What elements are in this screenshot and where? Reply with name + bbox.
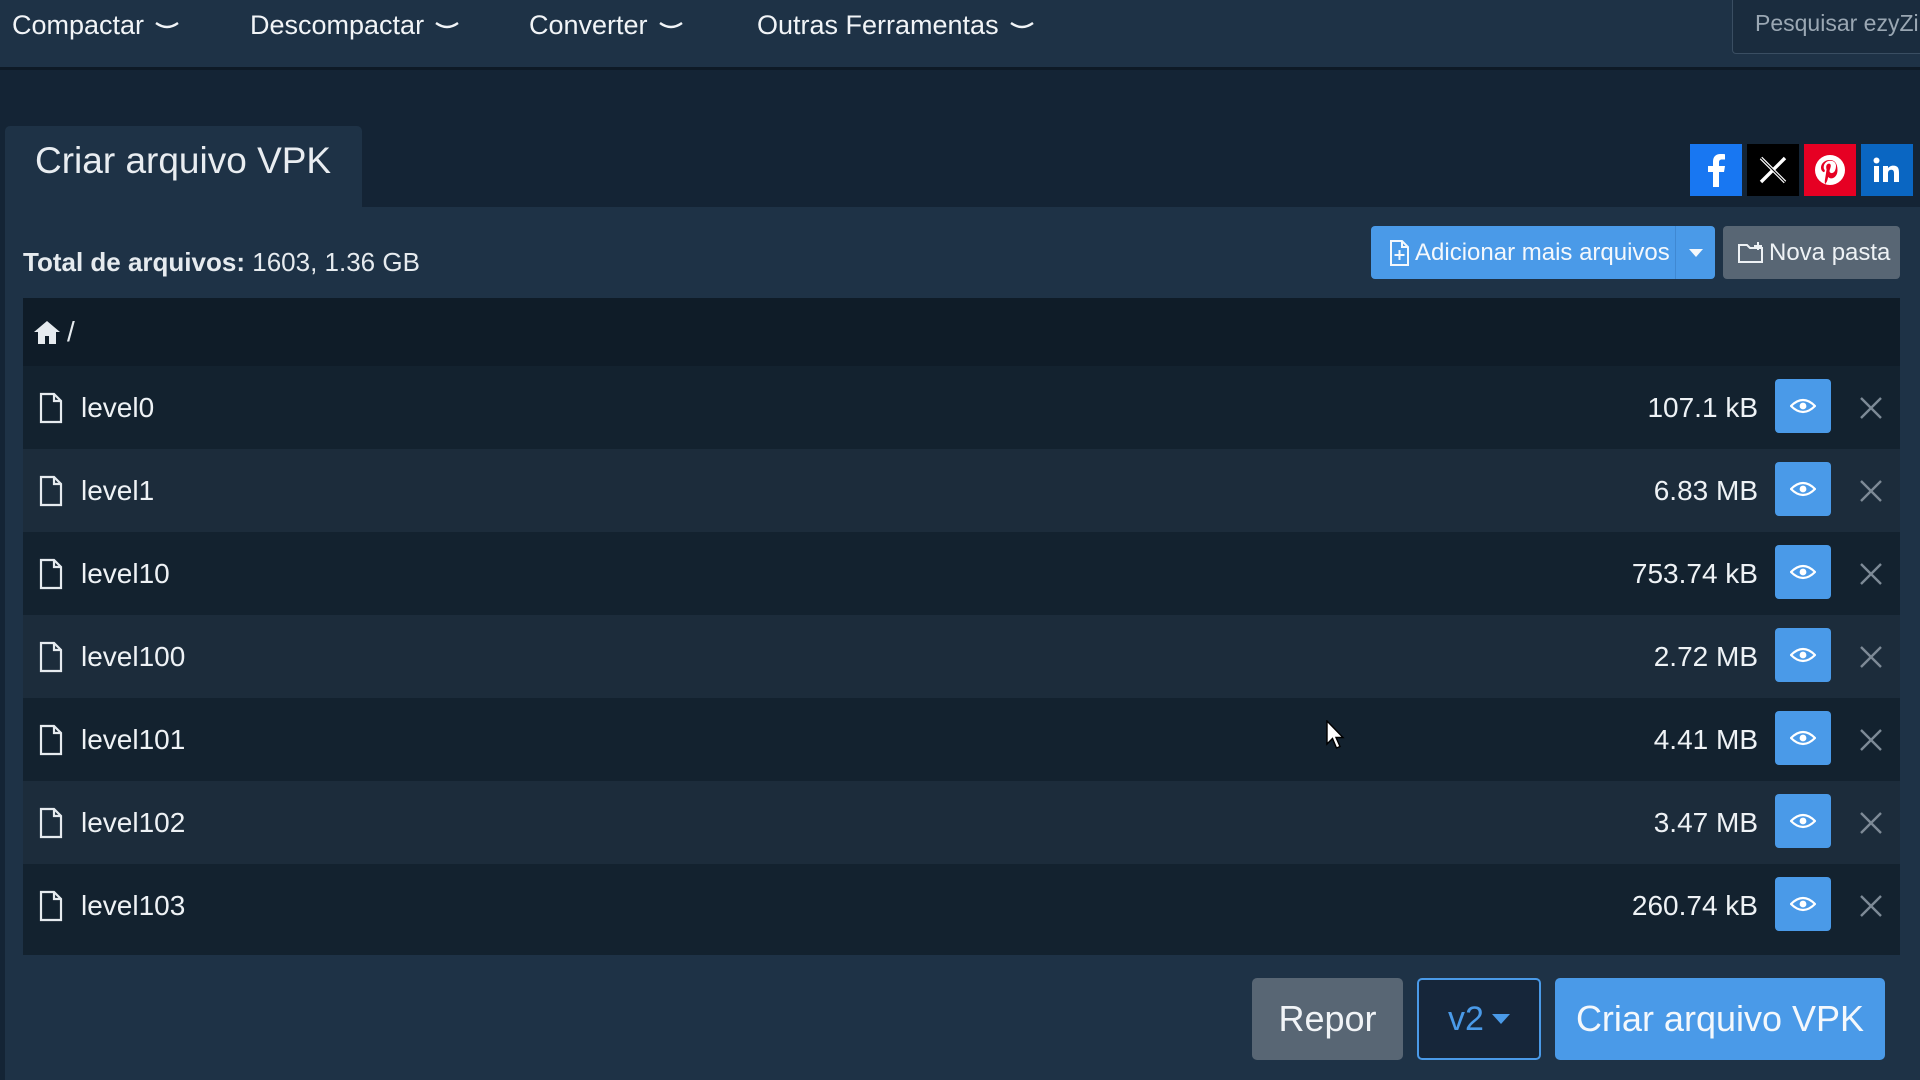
file-name: level10 xyxy=(81,557,170,589)
file-size: 6.83 MB xyxy=(1653,474,1758,506)
folder-plus-icon xyxy=(1738,241,1763,263)
file-icon xyxy=(39,807,63,839)
file-icon xyxy=(39,641,63,673)
nav-label: Outras Ferramentas xyxy=(757,9,999,40)
file-size: 753.74 kB xyxy=(1631,557,1758,589)
summary-label: Total de arquivos: xyxy=(23,247,245,277)
nav-descompactar[interactable]: Descompactar xyxy=(250,0,460,50)
file-icon xyxy=(39,475,63,507)
file-summary: Total de arquivos: 1603, 1.36 GB xyxy=(23,247,420,278)
search-placeholder: Pesquisar ezyZip xyxy=(1755,10,1920,36)
add-files-label: Adicionar mais arquivos xyxy=(1415,238,1670,266)
mouse-cursor-icon xyxy=(1326,720,1345,749)
nav-label: Descompactar xyxy=(250,9,425,40)
close-icon[interactable] xyxy=(1857,643,1885,671)
facebook-icon xyxy=(1708,154,1725,187)
reset-button[interactable]: Repor xyxy=(1252,978,1403,1060)
page-title: Criar arquivo VPK xyxy=(35,140,332,181)
summary-value: 1603, 1.36 GB xyxy=(252,247,420,277)
add-files-dropdown-toggle[interactable] xyxy=(1675,226,1715,279)
file-name: level103 xyxy=(81,889,186,921)
file-row: level101 4.41 MB xyxy=(23,698,1900,781)
create-vpk-button[interactable]: Criar arquivo VPK xyxy=(1555,978,1885,1060)
file-icon xyxy=(39,724,63,756)
eye-icon xyxy=(1790,564,1816,580)
create-vpk-label: Criar arquivo VPK xyxy=(1575,998,1865,1039)
version-label: v2 xyxy=(1448,999,1484,1038)
file-name: level100 xyxy=(81,640,186,672)
file-name: level102 xyxy=(81,806,186,838)
preview-button[interactable] xyxy=(1775,794,1831,848)
close-icon[interactable] xyxy=(1857,892,1885,920)
version-select[interactable]: v2 xyxy=(1417,978,1541,1060)
nav-compactar[interactable]: Compactar xyxy=(12,0,180,50)
search-input[interactable]: Pesquisar ezyZip xyxy=(1732,0,1920,54)
file-name: level101 xyxy=(81,723,186,755)
caret-down-icon xyxy=(1688,248,1703,257)
file-row: level0 107.1 kB xyxy=(23,366,1900,449)
close-icon[interactable] xyxy=(1857,477,1885,505)
file-list-end xyxy=(23,947,1900,955)
eye-icon xyxy=(1790,730,1816,746)
file-name: level0 xyxy=(81,391,155,423)
file-name: level1 xyxy=(81,474,155,506)
file-row: level1 6.83 MB xyxy=(23,449,1900,532)
breadcrumb-separator: / xyxy=(67,316,75,347)
file-row: level10 753.74 kB xyxy=(23,532,1900,615)
eye-icon xyxy=(1790,813,1816,829)
x-icon xyxy=(1759,156,1787,184)
preview-button[interactable] xyxy=(1775,545,1831,599)
close-icon[interactable] xyxy=(1857,394,1885,422)
add-files-button[interactable]: Adicionar mais arquivos xyxy=(1371,226,1715,279)
preview-button[interactable] xyxy=(1775,711,1831,765)
file-size: 107.1 kB xyxy=(1647,391,1758,423)
linkedin-icon xyxy=(1873,157,1899,182)
breadcrumb: / xyxy=(23,298,1900,366)
nav-label: Converter xyxy=(529,9,648,40)
new-folder-label: Nova pasta xyxy=(1769,238,1891,266)
page-title-tab: Criar arquivo VPK xyxy=(5,126,362,208)
new-folder-button[interactable]: Nova pasta xyxy=(1723,226,1900,279)
pinterest-share-button[interactable] xyxy=(1804,144,1856,196)
add-files-main[interactable]: Adicionar mais arquivos xyxy=(1371,239,1675,267)
close-icon[interactable] xyxy=(1857,560,1885,588)
chevron-down-icon xyxy=(155,22,179,29)
preview-button[interactable] xyxy=(1775,877,1831,931)
file-icon xyxy=(39,392,63,424)
preview-button[interactable] xyxy=(1775,379,1831,433)
file-size: 2.72 MB xyxy=(1653,640,1758,672)
file-row: level103 260.74 kB xyxy=(23,864,1900,947)
chevron-down-icon xyxy=(658,22,683,29)
reset-label: Repor xyxy=(1278,998,1377,1039)
top-navbar: Compactar Descompactar Converter Outras … xyxy=(0,0,1920,70)
file-size: 3.47 MB xyxy=(1653,806,1758,838)
file-icon xyxy=(39,890,63,922)
file-size: 4.41 MB xyxy=(1653,723,1758,755)
file-plus-icon xyxy=(1390,239,1409,266)
close-icon[interactable] xyxy=(1857,809,1885,837)
file-row: level102 3.47 MB xyxy=(23,781,1900,864)
pinterest-icon xyxy=(1815,155,1845,185)
nav-converter[interactable]: Converter xyxy=(529,0,684,50)
nav-label: Compactar xyxy=(12,9,145,40)
close-icon[interactable] xyxy=(1857,726,1885,754)
home-icon[interactable] xyxy=(33,319,61,345)
facebook-share-button[interactable] xyxy=(1690,144,1742,196)
eye-icon xyxy=(1790,398,1816,414)
preview-button[interactable] xyxy=(1775,462,1831,516)
eye-icon xyxy=(1790,481,1816,497)
file-size: 260.74 kB xyxy=(1631,889,1758,921)
eye-icon xyxy=(1790,647,1816,663)
chevron-down-icon xyxy=(435,22,459,29)
caret-down-icon xyxy=(1491,1014,1510,1024)
preview-button[interactable] xyxy=(1775,628,1831,682)
file-icon xyxy=(39,558,63,590)
eye-icon xyxy=(1790,896,1816,912)
nav-outras-ferramentas[interactable]: Outras Ferramentas xyxy=(757,0,1035,50)
x-share-button[interactable] xyxy=(1747,144,1799,196)
linkedin-share-button[interactable] xyxy=(1861,144,1913,196)
file-row: level100 2.72 MB xyxy=(23,615,1900,698)
chevron-down-icon xyxy=(1009,22,1034,29)
file-list: level0 107.1 kB level1 6.83 MB level10 7… xyxy=(23,366,1900,947)
